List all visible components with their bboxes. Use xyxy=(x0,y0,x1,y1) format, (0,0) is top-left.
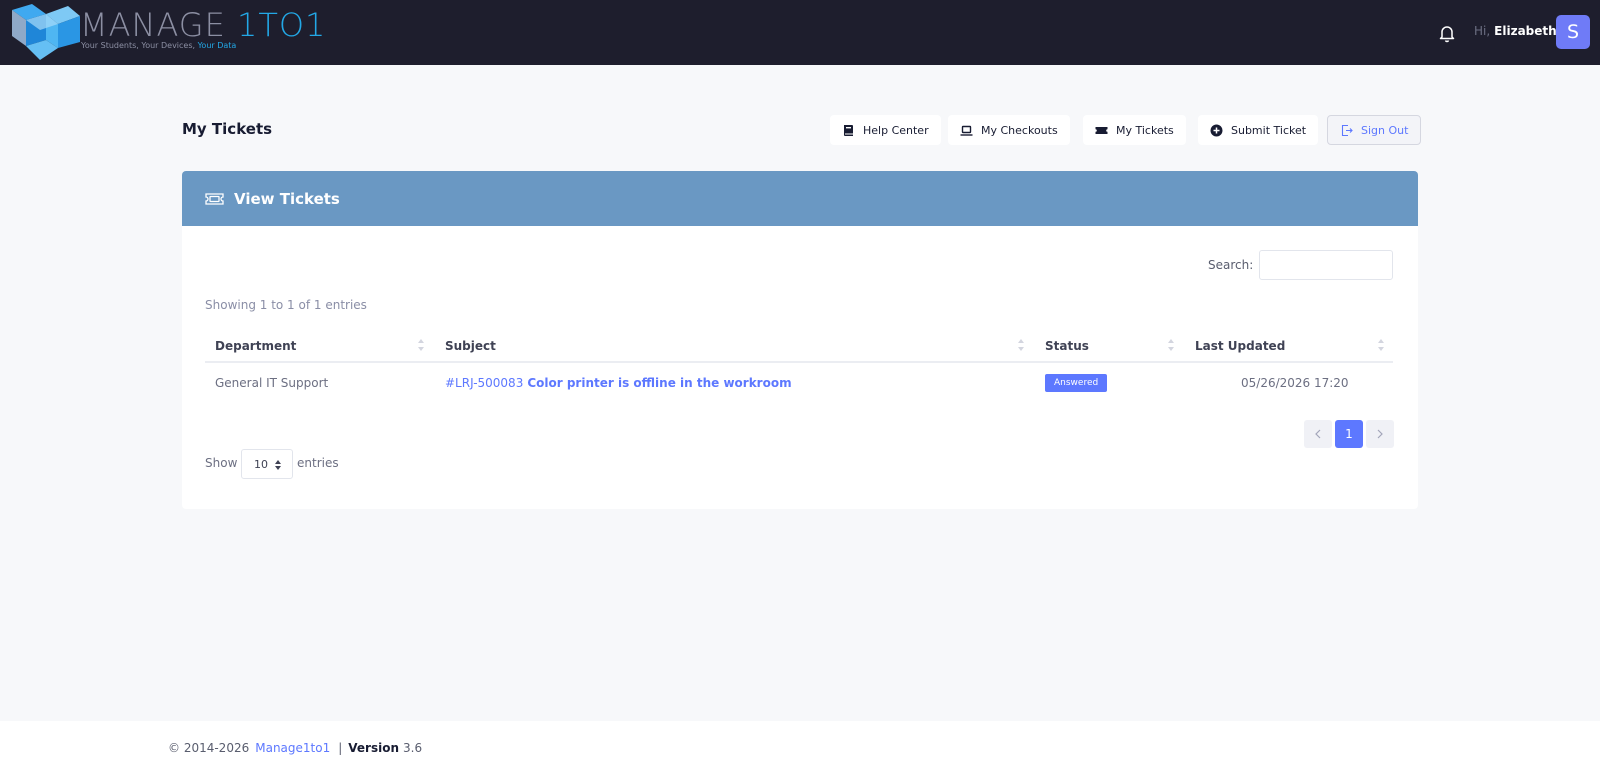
user-avatar[interactable]: S xyxy=(1556,15,1590,49)
cell-subject[interactable]: #LRJ-500083 Color printer is offline in … xyxy=(445,363,792,403)
sign-out-label: Sign Out xyxy=(1361,123,1409,137)
version-label: Version xyxy=(348,741,399,755)
ticket-icon xyxy=(1095,126,1108,134)
top-bar: MANAGE 1TO1 Your Students, Your Devices,… xyxy=(0,0,1600,65)
footer-separator: | xyxy=(338,741,343,755)
brand-name: MANAGE 1TO1 xyxy=(80,6,327,44)
brand-tagline: Your Students, Your Devices, Your Data xyxy=(81,41,237,50)
page-length-value: 10 xyxy=(254,457,268,471)
my-checkouts-button[interactable]: My Checkouts xyxy=(948,115,1070,145)
greeting-text: Hi, xyxy=(1474,24,1491,38)
version-number: 3.6 xyxy=(403,741,423,755)
my-tickets-label: My Tickets xyxy=(1116,123,1174,137)
plus-circle-icon xyxy=(1210,124,1223,136)
notifications-bell-icon[interactable] xyxy=(1437,23,1457,43)
copyright-text: © 2014-2026 xyxy=(168,741,250,755)
ticket-subject-link[interactable]: Color printer is offline in the workroom xyxy=(527,376,791,390)
ticket-outline-icon xyxy=(205,192,224,205)
tickets-table: Department Subject Status Last Updated G… xyxy=(205,330,1393,405)
table-header-row: Department Subject Status Last Updated xyxy=(205,330,1393,363)
ticket-id-link[interactable]: #LRJ-500083 xyxy=(445,376,523,390)
sort-icon xyxy=(1018,339,1024,351)
book-icon xyxy=(844,124,853,136)
card-header: View Tickets xyxy=(182,171,1418,226)
chevron-left-icon xyxy=(1315,429,1321,439)
sort-icon xyxy=(418,339,424,351)
sign-out-icon xyxy=(1341,124,1353,136)
footer-text: © 2014-2026 Manage1to1 | Version 3.6 xyxy=(168,741,422,755)
table-row: General IT Support #LRJ-500083 Color pri… xyxy=(205,363,1393,405)
show-label: Show xyxy=(205,456,238,470)
manage1to1-link[interactable]: Manage1to1 xyxy=(255,741,330,755)
column-header-subject[interactable]: Subject xyxy=(445,330,496,361)
search-label: Search: xyxy=(1208,258,1254,272)
manage1to1-logo[interactable]: MANAGE 1TO1 Your Students, Your Devices,… xyxy=(10,2,330,62)
column-header-department[interactable]: Department xyxy=(215,330,296,361)
my-checkouts-label: My Checkouts xyxy=(981,123,1058,137)
search-input[interactable] xyxy=(1259,250,1393,280)
column-header-status[interactable]: Status xyxy=(1045,330,1089,361)
user-greeting[interactable]: Hi, Elizabeth xyxy=(1474,24,1557,38)
pagination-next[interactable] xyxy=(1366,420,1394,448)
laptop-icon xyxy=(960,125,973,136)
page-length-select[interactable]: 10 xyxy=(241,449,293,479)
my-tickets-button[interactable]: My Tickets xyxy=(1083,115,1186,145)
submit-ticket-button[interactable]: Submit Ticket xyxy=(1198,115,1319,145)
view-tickets-card: View Tickets Search: Showing 1 to 1 of 1… xyxy=(182,171,1418,509)
cell-last-updated: 05/26/2026 17:20 xyxy=(1241,376,1349,390)
sign-out-button[interactable]: Sign Out xyxy=(1327,115,1422,145)
help-center-label: Help Center xyxy=(863,123,929,137)
cell-department: General IT Support xyxy=(215,376,329,390)
entries-label: entries xyxy=(297,456,339,470)
sort-icon xyxy=(1378,339,1384,351)
help-center-button[interactable]: Help Center xyxy=(830,115,941,145)
page-title: My Tickets xyxy=(182,120,273,138)
cell-status: Answered xyxy=(1045,363,1108,403)
chevron-right-icon xyxy=(1377,429,1383,439)
select-arrows-icon xyxy=(275,460,281,470)
pagination-page-1[interactable]: 1 xyxy=(1335,420,1363,448)
cube-logo-icon xyxy=(12,4,80,60)
column-header-last-updated[interactable]: Last Updated xyxy=(1195,330,1285,361)
sort-icon xyxy=(1168,339,1174,351)
table-info: Showing 1 to 1 of 1 entries xyxy=(205,298,367,312)
card-title: View Tickets xyxy=(234,189,340,208)
submit-ticket-label: Submit Ticket xyxy=(1231,123,1307,137)
status-badge: Answered xyxy=(1045,374,1108,392)
pagination-previous[interactable] xyxy=(1304,420,1332,448)
user-name: Elizabeth xyxy=(1494,24,1557,38)
footer: © 2014-2026 Manage1to1 | Version 3.6 xyxy=(0,721,1600,777)
